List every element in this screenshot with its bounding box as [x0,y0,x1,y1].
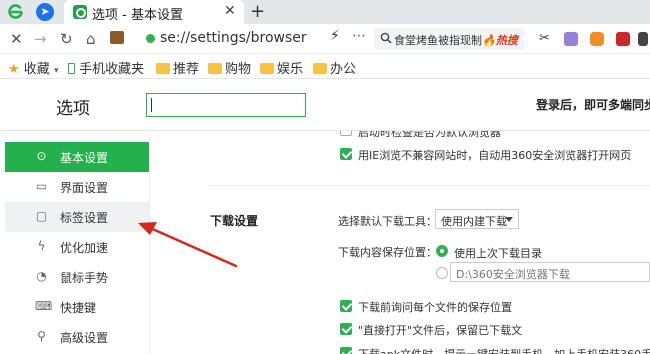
ask-location-label: 下载前询问每个文件的保存位置 [358,301,512,314]
bookmark-mobile[interactable]: 手机收藏夹 [68,58,144,77]
download-section-title: 下载设置 [210,214,259,228]
close-tab-icon[interactable]: ✕ [224,3,236,19]
sidebar-item-advanced[interactable]: ⚲ 高级设置 [5,322,149,352]
tab-bar: ➤ 选项 - 基本设置 ✕ + [0,0,650,24]
star-icon: ★ [8,62,20,77]
chevron-down-icon [505,217,513,222]
sidebar-item-label: 标签设置 [60,211,109,225]
download-path-input[interactable]: D:\360安全浏览器下载 [450,262,650,282]
mouse-icon: ◔ [36,269,47,283]
keep-file-checkbox[interactable] [340,323,352,335]
game-controller-icon[interactable] [590,32,604,46]
download-path-label: 下载内容保存位置： [338,246,437,259]
last-dir-radio[interactable] [436,245,448,257]
custom-dir-radio[interactable] [436,267,448,279]
bookmark-folder-shopping[interactable]: 购物 [208,58,251,77]
download-tool-select[interactable]: 使用内建下载 [435,209,519,229]
default-browser-checkbox[interactable] [340,131,352,136]
search-box[interactable]: 食堂烤鱼被指现制 🔥热搜 [374,28,524,50]
sidebar-item-label: 快捷键 [60,301,97,315]
search-suggestion: 食堂烤鱼被指现制 [394,34,482,47]
stop-icon[interactable]: ✕ [10,30,23,48]
section-divider [208,185,650,186]
new-tab-button[interactable]: + [250,1,265,22]
ask-location-checkbox[interactable] [340,300,352,312]
sidebar-item-interface[interactable]: ▭ 界面设置 [5,172,149,202]
browser-logo-icon[interactable] [6,2,26,22]
folder-icon [208,63,222,74]
dropdown-icon: ▾ [53,66,59,76]
sidebar-item-label: 界面设置 [60,181,109,195]
bookmark-folder-recommend[interactable]: 推荐 [156,58,199,77]
search-settings-icon: ⚲ [37,329,46,343]
page-title: 选项 [56,99,90,119]
extension-red-icon[interactable] [616,32,630,46]
settings-content: 启动时检查是否为默认浏览器 用IE浏览不兼容网站时，自动用360安全浏览器打开网… [150,131,650,354]
lightning-icon[interactable]: ⚡ [330,28,340,44]
tab-icon: ▢ [35,209,48,223]
bookmark-bar: ★ 收藏 ▾ 手机收藏夹 推荐 购物 娱乐 办公 [0,54,650,79]
scissors-icon[interactable]: ✂ [539,31,553,46]
sidebar-item-label: 高级设置 [60,331,109,345]
settings-tab-icon [73,5,87,19]
pinned-tab-icon[interactable]: ➤ [36,3,54,21]
folder-icon [260,63,274,74]
sidebar-item-label: 基本设置 [60,151,109,165]
briefcase-icon[interactable] [110,31,124,44]
apk-prompt-label: 下载apk文件时，提示一键安装到手机，如上手机安装360手机助 [358,346,650,354]
settings-search-input[interactable] [146,93,306,117]
extension-dark-icon[interactable] [638,32,648,46]
tab-settings[interactable]: 选项 - 基本设置 ✕ [64,0,244,24]
window-icon: ▭ [35,179,48,193]
folder-icon [156,63,170,74]
bookmark-favorites[interactable]: ★ 收藏 ▾ [8,58,58,77]
last-dir-label: 使用上次下载目录 [454,247,542,260]
sidebar-item-tabs[interactable]: ▢ 标签设置 [5,202,149,232]
sidebar-item-label: 优化加速 [60,241,109,255]
sidebar-item-basic[interactable]: ⊙ 基本设置 [5,142,149,172]
secure-icon [146,34,155,43]
settings-header: 选项 登录后，即可多端同步 [0,79,650,131]
hot-search-badge[interactable]: 🔥热搜 [482,32,518,48]
tab-title: 选项 - 基本设置 [92,8,183,23]
apk-prompt-checkbox[interactable] [340,347,352,354]
extension-purple-icon[interactable] [564,32,578,46]
folder-icon [313,63,327,74]
sidebar-item-label: 鼠标手势 [60,271,109,285]
phone-icon [68,63,75,74]
more-icon[interactable]: ⋯ [352,28,366,44]
login-sync-tip[interactable]: 登录后，即可多端同步 [536,96,650,113]
bookmark-folder-office[interactable]: 办公 [313,58,356,77]
sidebar-item-optimize[interactable]: ϟ 优化加速 [5,232,149,262]
reload-icon[interactable]: ↻ [60,30,73,48]
sidebar-item-mouse-gesture[interactable]: ◔ 鼠标手势 [5,262,149,292]
search-icon [380,32,392,44]
ie-compat-checkbox[interactable] [340,148,352,160]
default-browser-label: 启动时检查是否为默认浏览器 [358,131,501,139]
address-text: se://settings/browser [160,30,307,46]
home-icon[interactable]: ⌂ [86,30,96,48]
ie-compat-label: 用IE浏览不兼容网站时，自动用360安全浏览器打开网页 [358,149,632,162]
sidebar-item-shortcuts[interactable]: ⌨ 快捷键 [5,292,149,322]
toolbar: ✕ → ↻ ⌂ se://settings/browser ⚡ ⋯ 食堂烤鱼被指… [0,24,650,54]
forward-icon[interactable]: → [34,30,47,48]
keyboard-icon: ⌨ [35,299,53,313]
settings-sidebar: ⊙ 基本设置 ▭ 界面设置 ▢ 标签设置 ϟ 优化加速 ◔ 鼠标手势 ⌨ 快捷键… [0,131,150,354]
download-tool-label: 选择默认下载工具： [338,215,437,228]
keep-file-label: "直接打开"文件后，保留已下载文 [358,324,523,337]
lightning-icon: ϟ [37,239,46,253]
bookmark-folder-entertainment[interactable]: 娱乐 [260,58,303,77]
target-icon: ⊙ [36,149,47,163]
